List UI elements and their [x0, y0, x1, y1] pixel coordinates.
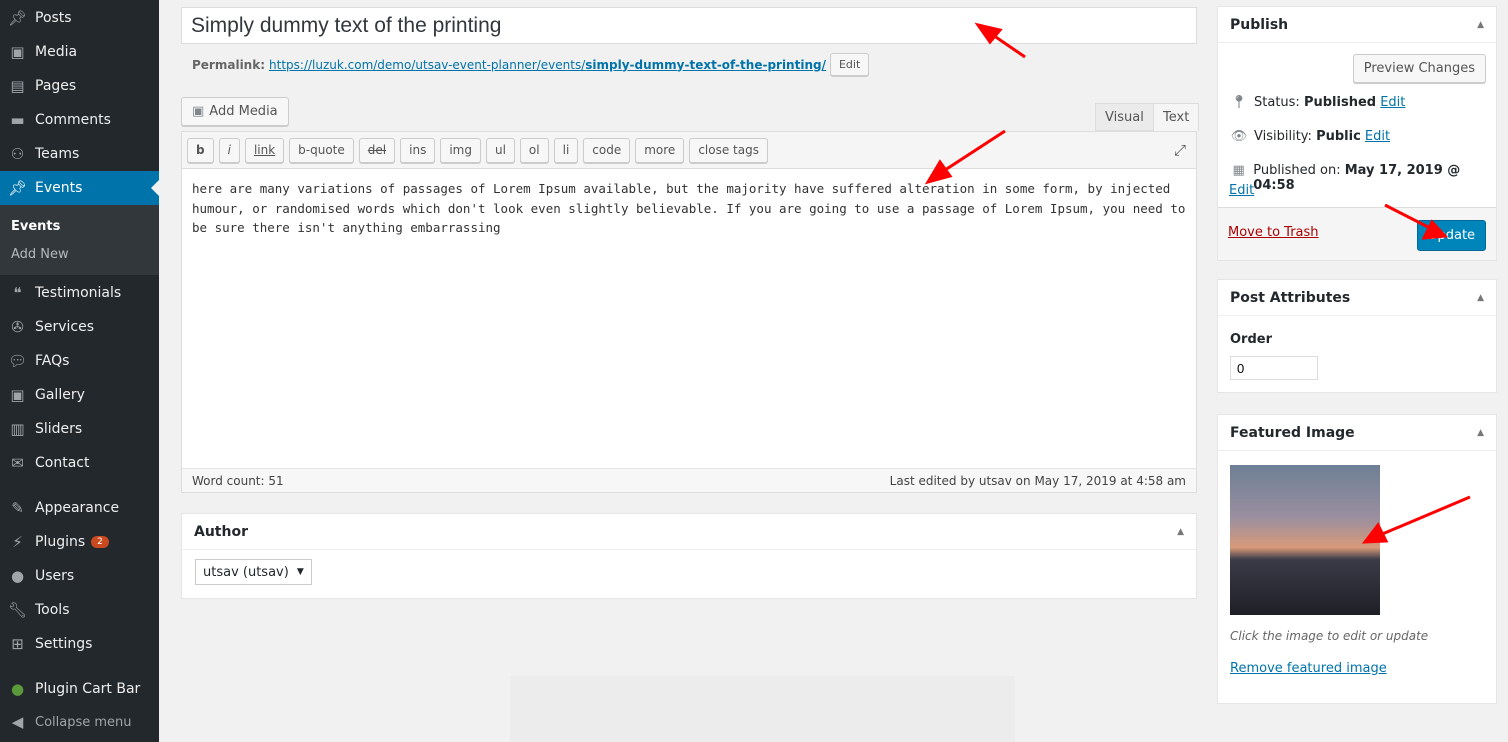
arrowhead	[924, 159, 953, 185]
arrow-image	[1379, 495, 1471, 537]
arrowhead	[1361, 522, 1389, 544]
arrowhead	[1421, 219, 1449, 240]
arrowhead	[974, 22, 1003, 45]
arrow-content	[941, 129, 1006, 174]
annotation-arrows	[924, 22, 1471, 544]
arrow-update	[1384, 203, 1431, 230]
